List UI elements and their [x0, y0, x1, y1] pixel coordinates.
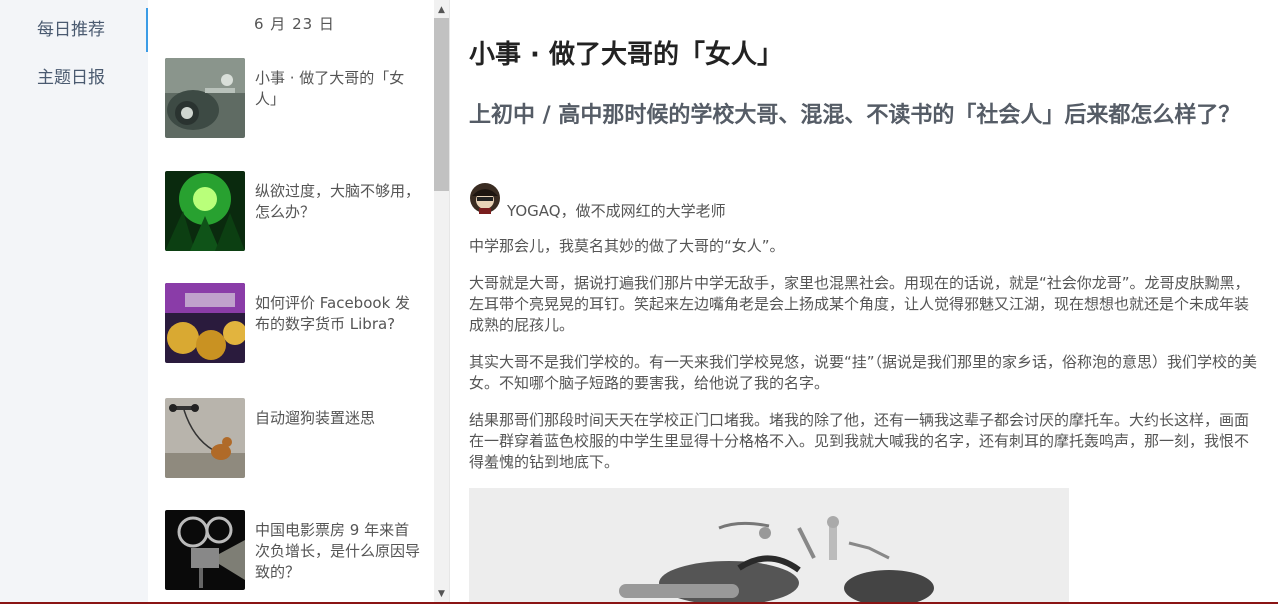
- list-item[interactable]: 如何评价 Facebook 发布的数字货币 Libra?: [165, 283, 427, 365]
- author-name[interactable]: YOGAQ，做不成网红的大学老师: [507, 200, 726, 221]
- nav-item-label: 每日推荐: [37, 20, 105, 40]
- scrollbar-thumb[interactable]: [434, 18, 449, 191]
- list-item[interactable]: 自动遛狗装置迷思: [165, 398, 427, 480]
- list-date: 6 月 23 日: [254, 15, 335, 33]
- thumbnail-image: [165, 283, 245, 363]
- thumbnail-image: [165, 398, 245, 478]
- article-paragraph: 中学那会儿，我莫名其妙的做了大哥的“女人”。: [469, 237, 785, 255]
- list-item-title: 如何评价 Facebook 发布的数字货币 Libra?: [255, 294, 411, 333]
- article-content: 小事 · 做了大哥的「女人」 上初中 / 高中那时候的学校大哥、混混、不读书的「…: [450, 0, 1278, 604]
- article-paragraph: 其实大哥不是我们学校的。有一天来我们学校晃悠，说要“挂”（据说是我们那里的家乡话…: [469, 353, 1258, 392]
- nav-item-label: 主题日报: [37, 68, 105, 88]
- thumbnail-image: [165, 510, 245, 590]
- list-item[interactable]: 纵欲过度，大脑不够用，怎么办？: [165, 171, 427, 253]
- scroll-up-arrow-icon[interactable]: ▲: [434, 2, 449, 18]
- article-title: 小事 · 做了大哥的「女人」: [469, 40, 783, 70]
- thumbnail-image: [165, 171, 245, 251]
- list-item-title: 纵欲过度，大脑不够用，怎么办？: [255, 182, 421, 221]
- question-title: 上初中 / 高中那时候的学校大哥、混混、不读书的「社会人」后来都怎么样了？: [469, 103, 1241, 128]
- nav-item-daily-recommend[interactable]: 每日推荐: [0, 8, 148, 52]
- scroll-down-arrow-icon[interactable]: ▼: [434, 586, 449, 602]
- list-item-title: 自动遛狗装置迷思: [255, 409, 376, 427]
- list-scrollbar[interactable]: ▲ ▼: [434, 0, 449, 604]
- thumbnail-image: [165, 58, 245, 138]
- list-item[interactable]: 中国电影票房 9 年来首次负增长，是什么原因导致的？: [165, 510, 427, 592]
- nav-item-theme-daily[interactable]: 主题日报: [0, 56, 148, 100]
- motorcycle-photo: [469, 488, 1069, 604]
- left-navigation: 每日推荐 主题日报: [0, 0, 148, 604]
- avatar: [469, 182, 501, 214]
- article-list: 6 月 23 日 小事 · 做了大哥的「女人」 纵欲过度，大脑不够用，怎么办？ …: [148, 0, 434, 604]
- list-item-title: 中国电影票房 9 年来首次负增长，是什么原因导致的？: [255, 521, 421, 581]
- article-paragraph: 结果那哥们那段时间天天在学校正门口堵我。堵我的除了他，还有一辆我这辈子都会讨厌的…: [469, 411, 1250, 471]
- list-item-title: 小事 · 做了大哥的「女人」: [255, 69, 405, 108]
- article-paragraph: 大哥就是大哥，据说打遍我们那片中学无敌手，家里也混黑社会。用现在的话说，就是“社…: [469, 274, 1250, 334]
- list-item[interactable]: 小事 · 做了大哥的「女人」: [165, 58, 427, 140]
